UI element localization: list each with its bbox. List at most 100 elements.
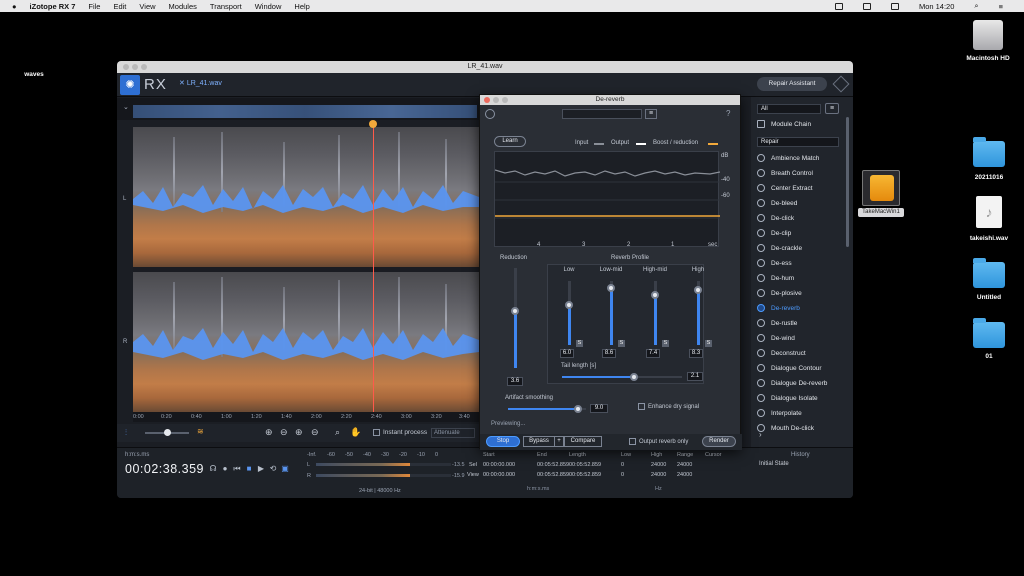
rewind-button[interactable]: ⏮ [233, 465, 241, 473]
module-item[interactable]: Deconstruct [757, 346, 843, 360]
sel-high[interactable]: 24000 [651, 462, 666, 468]
reduction-slider[interactable] [514, 268, 517, 368]
reduction-value[interactable]: 3.6 [507, 377, 523, 386]
sel-start[interactable]: 00:00:00.000 [483, 462, 515, 468]
collapse-icon[interactable]: ⌄ [123, 103, 129, 111]
minimize-window-button[interactable] [132, 64, 138, 70]
artifact-smoothing-knob[interactable] [574, 405, 583, 413]
playhead-handle[interactable] [369, 120, 377, 128]
stop-preview-button[interactable]: Stop [486, 436, 520, 447]
module-item[interactable]: De-ess [757, 256, 843, 270]
hard-drive-icon[interactable] [973, 20, 1003, 50]
status-icon[interactable] [834, 2, 843, 10]
enhance-dry-checkbox[interactable] [638, 403, 645, 410]
module-item[interactable]: Interpolate [757, 406, 843, 420]
play-selection-button[interactable]: ▣ [281, 465, 289, 473]
module-filter-select[interactable]: All [757, 104, 821, 114]
module-item[interactable]: Breath Control [757, 166, 843, 180]
loop-button[interactable]: ⟲ [269, 465, 277, 473]
spectrogram-area[interactable] [133, 127, 479, 412]
view-blend-knob[interactable] [164, 429, 171, 436]
headphones-icon[interactable]: ☊ [209, 465, 217, 473]
sel-length[interactable]: 00:05:52.859 [569, 462, 601, 468]
view-high[interactable]: 24000 [651, 472, 666, 478]
menu-transport[interactable]: Transport [210, 2, 242, 11]
view-length[interactable]: 00:05:52.859 [569, 472, 601, 478]
band-solo-button[interactable]: S [705, 340, 712, 347]
tail-length-knob[interactable] [630, 373, 638, 381]
folder-icon[interactable] [973, 318, 1005, 348]
channel-left[interactable] [133, 127, 479, 267]
zoom-fit-icon[interactable]: ⊖ [311, 427, 319, 438]
dialog-close-button[interactable] [484, 97, 490, 103]
band-value[interactable]: 7.4 [646, 349, 660, 358]
zoom-in-icon[interactable]: ⊕ [265, 427, 273, 438]
channel-right[interactable] [133, 272, 479, 412]
band-solo-button[interactable]: S [576, 340, 583, 347]
file-tab[interactable]: ✕ LR_41.wav [179, 79, 222, 87]
module-item[interactable]: De-hum [757, 271, 843, 285]
sel-low[interactable]: 0 [621, 462, 624, 468]
module-item[interactable]: Center Extract [757, 181, 843, 195]
menu-modules[interactable]: Modules [169, 2, 197, 11]
external-drive-icon[interactable] [862, 170, 900, 206]
module-item[interactable]: De-click [757, 211, 843, 225]
audio-file-icon[interactable]: ♪ [976, 196, 1002, 228]
folder-icon[interactable] [973, 258, 1005, 288]
preset-select[interactable] [562, 109, 642, 119]
menu-icon[interactable]: ≡ [825, 103, 839, 114]
zoom-window-button[interactable] [141, 64, 147, 70]
category-select[interactable]: Repair [757, 137, 839, 147]
module-item[interactable]: De-plosive [757, 286, 843, 300]
sel-range[interactable]: 24000 [677, 462, 692, 468]
desktop-label-folder3[interactable]: 01 [959, 353, 1019, 360]
output-reverb-only-checkbox[interactable] [629, 438, 636, 445]
reduction-knob[interactable] [511, 307, 519, 315]
artifact-smoothing-value[interactable]: 9.0 [590, 404, 608, 413]
folder-icon[interactable] [973, 137, 1005, 167]
play-button[interactable]: ▶ [257, 465, 265, 473]
view-low[interactable]: 0 [621, 472, 624, 478]
compass-icon[interactable] [832, 75, 850, 93]
menu-help[interactable]: Help [294, 2, 309, 11]
learn-button[interactable]: Learn [494, 136, 526, 147]
band-knob[interactable] [694, 285, 702, 294]
band-solo-button[interactable]: S [618, 340, 625, 347]
desktop-label-waves[interactable]: waves [14, 71, 54, 78]
add-compare-button[interactable]: + [554, 436, 564, 447]
apple-icon[interactable]: ● [12, 2, 17, 11]
module-item[interactable]: Ambience Match [757, 151, 843, 165]
zoom-selection-icon[interactable]: ⊕ [295, 427, 303, 438]
module-chain-item[interactable]: Module Chain [757, 117, 843, 131]
instant-process-mode-select[interactable]: Attenuate [431, 428, 475, 438]
module-item[interactable]: De-bleed [757, 196, 843, 210]
module-item[interactable]: Dialogue De-reverb [757, 376, 843, 390]
module-item[interactable]: Mouth De-click [757, 421, 843, 435]
band-value[interactable]: 8.3 [689, 349, 703, 358]
preset-menu-icon[interactable]: ≡ [645, 109, 657, 119]
time-format-select[interactable]: h:m:s.ms [125, 452, 149, 458]
module-item[interactable]: De-crackle [757, 241, 843, 255]
view-start[interactable]: 00:00:00.000 [483, 472, 515, 478]
sel-end[interactable]: 00:05:52.859 [537, 462, 569, 468]
band-slider[interactable] [568, 281, 571, 345]
module-item[interactable]: Dialogue Contour [757, 361, 843, 375]
module-item[interactable]: De-rustle [757, 316, 843, 330]
module-item[interactable]: De-wind [757, 331, 843, 345]
menu-file[interactable]: File [88, 2, 100, 11]
desktop-label-folder1[interactable]: 20211016 [959, 174, 1019, 181]
bypass-button[interactable]: Bypass [523, 436, 555, 447]
chevron-right-icon[interactable]: › [759, 430, 762, 439]
desktop-label-wav[interactable]: takeishi.wav [955, 235, 1023, 242]
waveform-view-icon[interactable]: ⫶ [125, 428, 127, 438]
history-item[interactable]: Initial State [759, 461, 789, 467]
module-item[interactable]: De-clip [757, 226, 843, 240]
tail-length-slider[interactable] [562, 376, 682, 378]
module-item[interactable]: Dialogue Isolate [757, 391, 843, 405]
spectrogram-view-icon[interactable]: ≋ [197, 427, 204, 436]
band-value[interactable]: 6.0 [560, 349, 574, 358]
close-window-button[interactable] [123, 64, 129, 70]
instant-process-toggle[interactable]: Instant process [373, 429, 427, 436]
desktop-label-folder2[interactable]: Untitled [959, 294, 1019, 301]
hand-tool-icon[interactable]: ✋ [350, 427, 361, 438]
